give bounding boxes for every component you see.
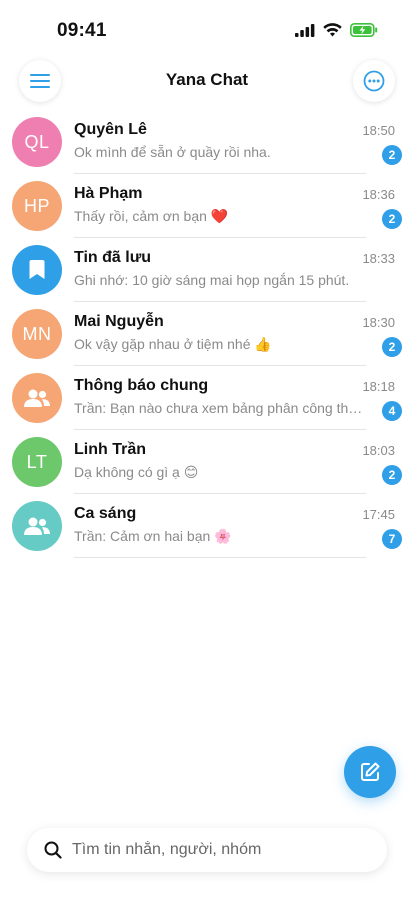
avatar [12, 245, 62, 295]
chat-time: 18:33 [362, 251, 395, 266]
avatar [12, 373, 62, 423]
chat-name: Tin đã lưu [74, 249, 152, 266]
unread-badge: 2 [382, 145, 402, 165]
avatar [12, 501, 62, 551]
avatar-initials: MN [22, 323, 52, 344]
chat-item-mai-nguyen[interactable]: MN Mai Nguyễn 18:30 Ok vậy gặp nhau ở ti… [0, 302, 414, 366]
wifi-icon [323, 23, 342, 37]
unread-badge: 7 [382, 529, 402, 549]
chat-name: Mai Nguyễn [74, 313, 164, 330]
chat-preview: Trần: Cảm ơn hai bạn 🌸 [74, 528, 232, 544]
page-title: Yana Chat [165, 70, 249, 89]
divider [74, 557, 366, 558]
avatar-initials: LT [26, 451, 48, 472]
chat-list-screen: 09:41 Yana Chat QL Quyên Lê 18:50 Ok mìn… [0, 0, 414, 900]
avatar: HP [12, 181, 62, 231]
more-options-icon [363, 70, 385, 92]
chat-time: 18:18 [362, 379, 395, 394]
avatar: QL [12, 117, 62, 167]
chat-preview: Ghi nhớ: 10 giờ sáng mai họp ngắn 15 phú… [74, 272, 350, 288]
chat-name: Quyên Lê [74, 121, 147, 138]
chat-preview: Ok mình để sẵn ở quầy rồi nha. [74, 144, 271, 160]
unread-badge: 2 [382, 465, 402, 485]
avatar-initials: HP [23, 195, 50, 216]
chat-time: 18:36 [362, 187, 395, 202]
chat-item-quyen-le[interactable]: QL Quyên Lê 18:50 Ok mình để sẵn ở quầy … [0, 110, 414, 174]
chat-time: 18:50 [362, 123, 395, 138]
status-icons [295, 23, 378, 37]
more-options-button[interactable] [353, 60, 395, 102]
status-time: 09:41 [57, 20, 107, 41]
search-input[interactable] [70, 840, 364, 860]
search-icon [44, 841, 62, 859]
avatar: LT [12, 437, 62, 487]
group-icon [24, 517, 50, 535]
status-bar: 09:41 [0, 0, 414, 56]
chat-time: 18:30 [362, 315, 395, 330]
battery-charging-icon [350, 23, 378, 37]
chat-list: QL Quyên Lê 18:50 Ok mình để sẵn ở quầy … [0, 110, 414, 558]
unread-badge: 4 [382, 401, 402, 421]
chat-item-morning-shift[interactable]: Ca sáng 17:45 Trần: Cảm ơn hai bạn 🌸 7 [0, 494, 414, 558]
chat-item-saved-messages[interactable]: Tin đã lưu 18:33 Ghi nhớ: 10 giờ sáng ma… [0, 238, 414, 302]
search-bar[interactable] [27, 828, 387, 872]
unread-badge: 2 [382, 337, 402, 357]
chat-name: Thông báo chung [74, 377, 209, 394]
bookmark-icon [29, 260, 45, 279]
chat-preview: Ok vậy gặp nhau ở tiệm nhé 👍 [74, 336, 272, 352]
avatar-initials: QL [24, 131, 50, 152]
compose-icon [361, 762, 380, 781]
app-header: Yana Chat [0, 56, 414, 106]
chat-item-ha-pham[interactable]: HP Hà Phạm 18:36 Thấy rồi, cảm ơn bạn ❤️… [0, 174, 414, 238]
chat-preview: Dạ không có gì ạ 😊 [74, 464, 199, 480]
chat-name: Ca sáng [74, 505, 137, 522]
compose-button[interactable] [344, 746, 396, 798]
signal-icon [295, 23, 315, 37]
chat-preview: Trần: Bạn nào chưa xem bảng phân công th… [74, 400, 364, 416]
group-icon [24, 389, 50, 407]
chat-time: 17:45 [362, 507, 395, 522]
chat-name: Linh Trần [74, 441, 146, 458]
chat-preview: Thấy rồi, cảm ơn bạn ❤️ [74, 208, 229, 224]
chat-item-linh-tran[interactable]: LT Linh Trần 18:03 Dạ không có gì ạ 😊 2 [0, 430, 414, 494]
chat-name: Hà Phạm [74, 185, 143, 202]
chat-time: 18:03 [362, 443, 395, 458]
avatar: MN [12, 309, 62, 359]
chat-item-general-announcements[interactable]: Thông báo chung 18:18 Trần: Bạn nào chưa… [0, 366, 414, 430]
unread-badge: 2 [382, 209, 402, 229]
